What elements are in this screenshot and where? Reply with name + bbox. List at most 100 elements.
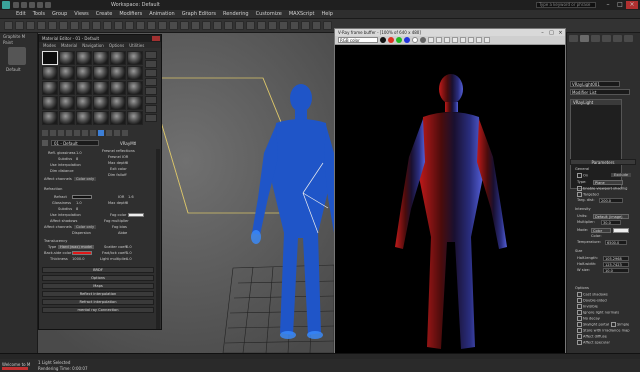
rollout-mental-ray-connection[interactable]: mental ray Connection	[42, 307, 154, 313]
clear-image-icon[interactable]	[444, 37, 450, 43]
save-file-icon[interactable]	[29, 2, 35, 8]
light-type-dropdown[interactable]: Plane	[593, 180, 623, 185]
render-production-icon[interactable]	[323, 21, 332, 30]
on-checkbox[interactable]: On	[577, 173, 588, 178]
sample-slot[interactable]	[76, 81, 92, 95]
subdivs-2-value[interactable]: 8	[76, 207, 78, 211]
pivot-center-icon[interactable]	[147, 21, 156, 30]
cast-shadows-checkbox[interactable]: Cast shadows	[577, 292, 608, 297]
menu-help[interactable]: Help	[322, 11, 333, 17]
use-interpolation-2-checkbox[interactable]: Use interpolation	[50, 213, 81, 217]
sample-slot[interactable]	[127, 51, 143, 65]
sample-slot[interactable]	[59, 81, 75, 95]
sample-slot[interactable]	[42, 81, 58, 95]
named-selection-icon[interactable]	[213, 21, 222, 30]
region-render-icon[interactable]	[468, 37, 474, 43]
max-depth-value[interactable]: 5	[126, 161, 128, 165]
max-depth-2-value[interactable]: 5	[126, 201, 128, 205]
select-by-material-icon[interactable]	[145, 114, 157, 122]
menu-group[interactable]: Group	[52, 11, 67, 17]
put-to-scene-icon[interactable]	[50, 130, 56, 136]
show-end-result-icon[interactable]	[106, 130, 112, 136]
light-multiplier-value[interactable]: 1.0	[126, 257, 132, 261]
make-preview-icon[interactable]	[145, 96, 157, 104]
move-icon[interactable]	[103, 21, 112, 30]
modify-tab-icon[interactable]	[580, 35, 589, 42]
save-image-icon[interactable]	[428, 37, 434, 43]
schematic-view-icon[interactable]	[279, 21, 288, 30]
go-forward-to-sibling-icon[interactable]	[122, 130, 128, 136]
rendered-frame-window-icon[interactable]	[312, 21, 321, 30]
units-dropdown[interactable]: Default (image)	[593, 214, 629, 219]
sample-slot[interactable]	[93, 51, 109, 65]
sample-slot[interactable]	[110, 81, 126, 95]
new-file-icon[interactable]	[13, 2, 19, 8]
snaps-toggle-icon[interactable]	[169, 21, 178, 30]
alpha-channel-icon[interactable]	[412, 37, 418, 43]
sample-slot[interactable]	[93, 81, 109, 95]
sample-slot[interactable]	[76, 111, 92, 125]
open-file-icon[interactable]	[21, 2, 27, 8]
layer-manager-icon[interactable]	[246, 21, 255, 30]
frame-buffer-titlebar[interactable]: V-Ray frame buffer - [100% of 640 x 480]…	[335, 29, 565, 36]
maximize-button[interactable]: □	[614, 1, 626, 9]
menu-customize[interactable]: Customize	[256, 11, 282, 17]
make-unique-icon[interactable]	[74, 130, 80, 136]
reset-map-icon[interactable]	[66, 130, 72, 136]
menu-create[interactable]: Create	[96, 11, 113, 17]
uv-tiling-icon[interactable]	[145, 78, 157, 86]
exclude-button[interactable]: Exclude	[611, 173, 632, 177]
frame-buffer-minimize-button[interactable]: –	[538, 30, 547, 36]
affect-shadows-checkbox[interactable]: Affect shadows	[50, 219, 77, 223]
menu-edit[interactable]: Edit	[16, 11, 26, 17]
refract-color-swatch[interactable]	[72, 195, 92, 199]
material-id-channel-icon[interactable]	[90, 130, 96, 136]
track-mouse-icon[interactable]	[460, 37, 466, 43]
select-by-name-icon[interactable]	[70, 21, 79, 30]
affect-diffuse-checkbox[interactable]: Affect diffuse	[577, 334, 607, 339]
fog-color-swatch[interactable]	[128, 213, 144, 217]
sample-slot[interactable]	[42, 111, 58, 125]
sample-slot[interactable]	[127, 96, 143, 110]
dim-distance-checkbox[interactable]: Dim distance	[50, 169, 74, 173]
hierarchy-tab-icon[interactable]	[591, 35, 600, 42]
angle-snap-icon[interactable]	[180, 21, 189, 30]
modifier-stack-item[interactable]: VRayLight	[571, 100, 621, 105]
dispersion-checkbox[interactable]: Dispersion	[72, 231, 91, 235]
app-logo-icon[interactable]	[2, 1, 10, 9]
minimize-button[interactable]: –	[602, 1, 614, 9]
sample-slot[interactable]	[76, 51, 92, 65]
create-tab-icon[interactable]	[569, 35, 578, 42]
sample-slot-active[interactable]	[42, 51, 58, 65]
rectangular-selection-icon[interactable]	[81, 21, 90, 30]
ignore-light-normals-checkbox[interactable]: Ignore light normals	[577, 310, 619, 315]
redo-icon[interactable]	[45, 2, 51, 8]
use-interpolation-checkbox[interactable]: Use interpolation	[50, 163, 81, 167]
material-editor-scrollbar[interactable]	[156, 149, 160, 329]
percent-snap-icon[interactable]	[191, 21, 200, 30]
undo-tool-icon[interactable]	[4, 21, 13, 30]
sample-slot[interactable]	[110, 51, 126, 65]
scale-icon[interactable]	[125, 21, 134, 30]
material-name-field[interactable]: 01 - Default	[51, 140, 99, 146]
curve-editor-icon[interactable]	[268, 21, 277, 30]
redo-tool-icon[interactable]	[15, 21, 24, 30]
reference-coordinate-icon[interactable]	[136, 21, 145, 30]
ior-value[interactable]: 1.6	[128, 195, 134, 199]
scatter-coeff-value[interactable]: 0.0	[126, 245, 132, 249]
unlink-icon[interactable]	[37, 21, 46, 30]
light-color-swatch[interactable]	[613, 228, 629, 233]
menu-graph-editors[interactable]: Graph Editors	[182, 11, 216, 17]
sample-slot[interactable]	[127, 81, 143, 95]
bind-space-warp-icon[interactable]	[48, 21, 57, 30]
multiplier-spinner[interactable]: 30.0	[601, 220, 621, 225]
sample-slot[interactable]	[127, 66, 143, 80]
parameters-rollout-header[interactable]: Parameters	[570, 159, 636, 165]
rollout-options[interactable]: Options	[42, 275, 154, 281]
sample-slot[interactable]	[42, 66, 58, 80]
put-to-library-icon[interactable]	[82, 130, 88, 136]
show-map-in-viewport-icon[interactable]	[98, 130, 104, 136]
window-crossing-icon[interactable]	[92, 21, 101, 30]
simple-checkbox[interactable]: Simple	[611, 322, 629, 327]
fwd-bck-coeff-value[interactable]: 1.0	[126, 251, 132, 255]
